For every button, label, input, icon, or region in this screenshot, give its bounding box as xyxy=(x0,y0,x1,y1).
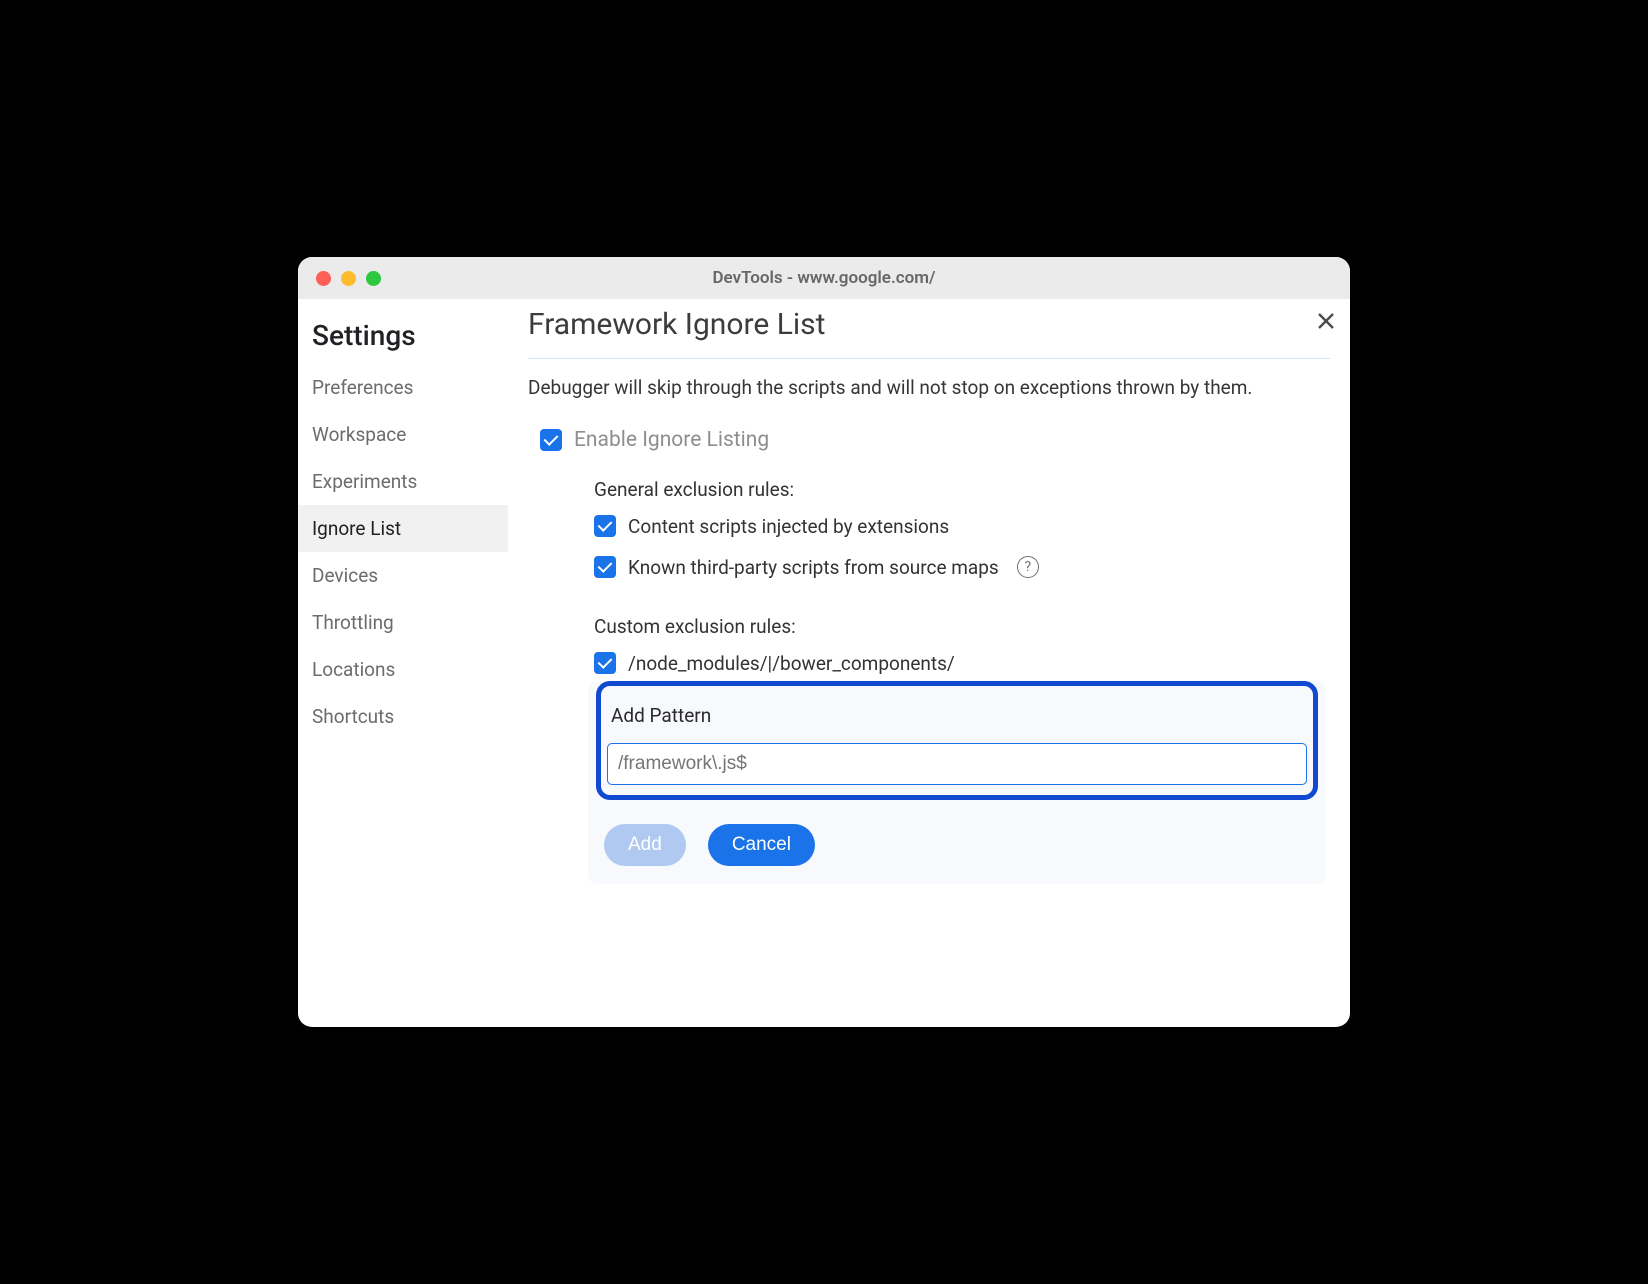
sidebar-item-experiments[interactable]: Experiments xyxy=(298,458,508,505)
checkbox-icon[interactable] xyxy=(540,429,562,451)
checkbox-icon[interactable] xyxy=(594,556,616,578)
sidebar-item-ignore-list[interactable]: Ignore List xyxy=(298,505,508,552)
devtools-window: DevTools - www.google.com/ Settings Pref… xyxy=(298,257,1350,1027)
custom-rule-row[interactable]: /node_modules/|/bower_components/ xyxy=(528,652,1330,675)
close-icon[interactable] xyxy=(1312,307,1340,335)
add-button[interactable]: Add xyxy=(604,824,686,866)
custom-rules-label: Custom exclusion rules: xyxy=(528,615,1330,638)
sidebar-item-locations[interactable]: Locations xyxy=(298,646,508,693)
content: Settings Preferences Workspace Experimen… xyxy=(298,299,1350,1027)
add-pattern-card: Add Pattern Add Cancel xyxy=(588,681,1326,884)
pattern-buttons: Add Cancel xyxy=(602,824,1312,866)
add-pattern-highlight: Add Pattern xyxy=(596,681,1318,800)
window-controls xyxy=(316,271,381,286)
sidebar-item-preferences[interactable]: Preferences xyxy=(298,364,508,411)
rule-content-scripts-label: Content scripts injected by extensions xyxy=(628,515,949,538)
window-title: DevTools - www.google.com/ xyxy=(298,268,1350,288)
titlebar: DevTools - www.google.com/ xyxy=(298,257,1350,299)
enable-ignore-listing-row[interactable]: Enable Ignore Listing xyxy=(528,428,1330,452)
general-rules-label: General exclusion rules: xyxy=(528,478,1330,501)
pattern-input[interactable] xyxy=(607,743,1307,785)
enable-ignore-label: Enable Ignore Listing xyxy=(574,428,769,452)
cancel-button[interactable]: Cancel xyxy=(708,824,815,866)
zoom-window-icon[interactable] xyxy=(366,271,381,286)
rule-third-party-row[interactable]: Known third-party scripts from source ma… xyxy=(528,556,1330,579)
sidebar-item-throttling[interactable]: Throttling xyxy=(298,599,508,646)
rule-third-party-label: Known third-party scripts from source ma… xyxy=(628,556,999,579)
sidebar-item-workspace[interactable]: Workspace xyxy=(298,411,508,458)
page-description: Debugger will skip through the scripts a… xyxy=(528,375,1330,402)
close-window-icon[interactable] xyxy=(316,271,331,286)
add-pattern-label: Add Pattern xyxy=(607,694,1307,743)
sidebar-item-devices[interactable]: Devices xyxy=(298,552,508,599)
page-title: Framework Ignore List xyxy=(528,307,1330,359)
main-panel: Framework Ignore List Debugger will skip… xyxy=(508,299,1350,1027)
settings-sidebar: Settings Preferences Workspace Experimen… xyxy=(298,299,508,1027)
sidebar-item-shortcuts[interactable]: Shortcuts xyxy=(298,693,508,740)
checkbox-icon[interactable] xyxy=(594,515,616,537)
sidebar-title: Settings xyxy=(298,311,508,364)
custom-rule-label: /node_modules/|/bower_components/ xyxy=(628,652,955,675)
checkbox-icon[interactable] xyxy=(594,652,616,674)
help-icon[interactable]: ? xyxy=(1017,556,1039,578)
rule-content-scripts-row[interactable]: Content scripts injected by extensions xyxy=(528,515,1330,538)
minimize-window-icon[interactable] xyxy=(341,271,356,286)
